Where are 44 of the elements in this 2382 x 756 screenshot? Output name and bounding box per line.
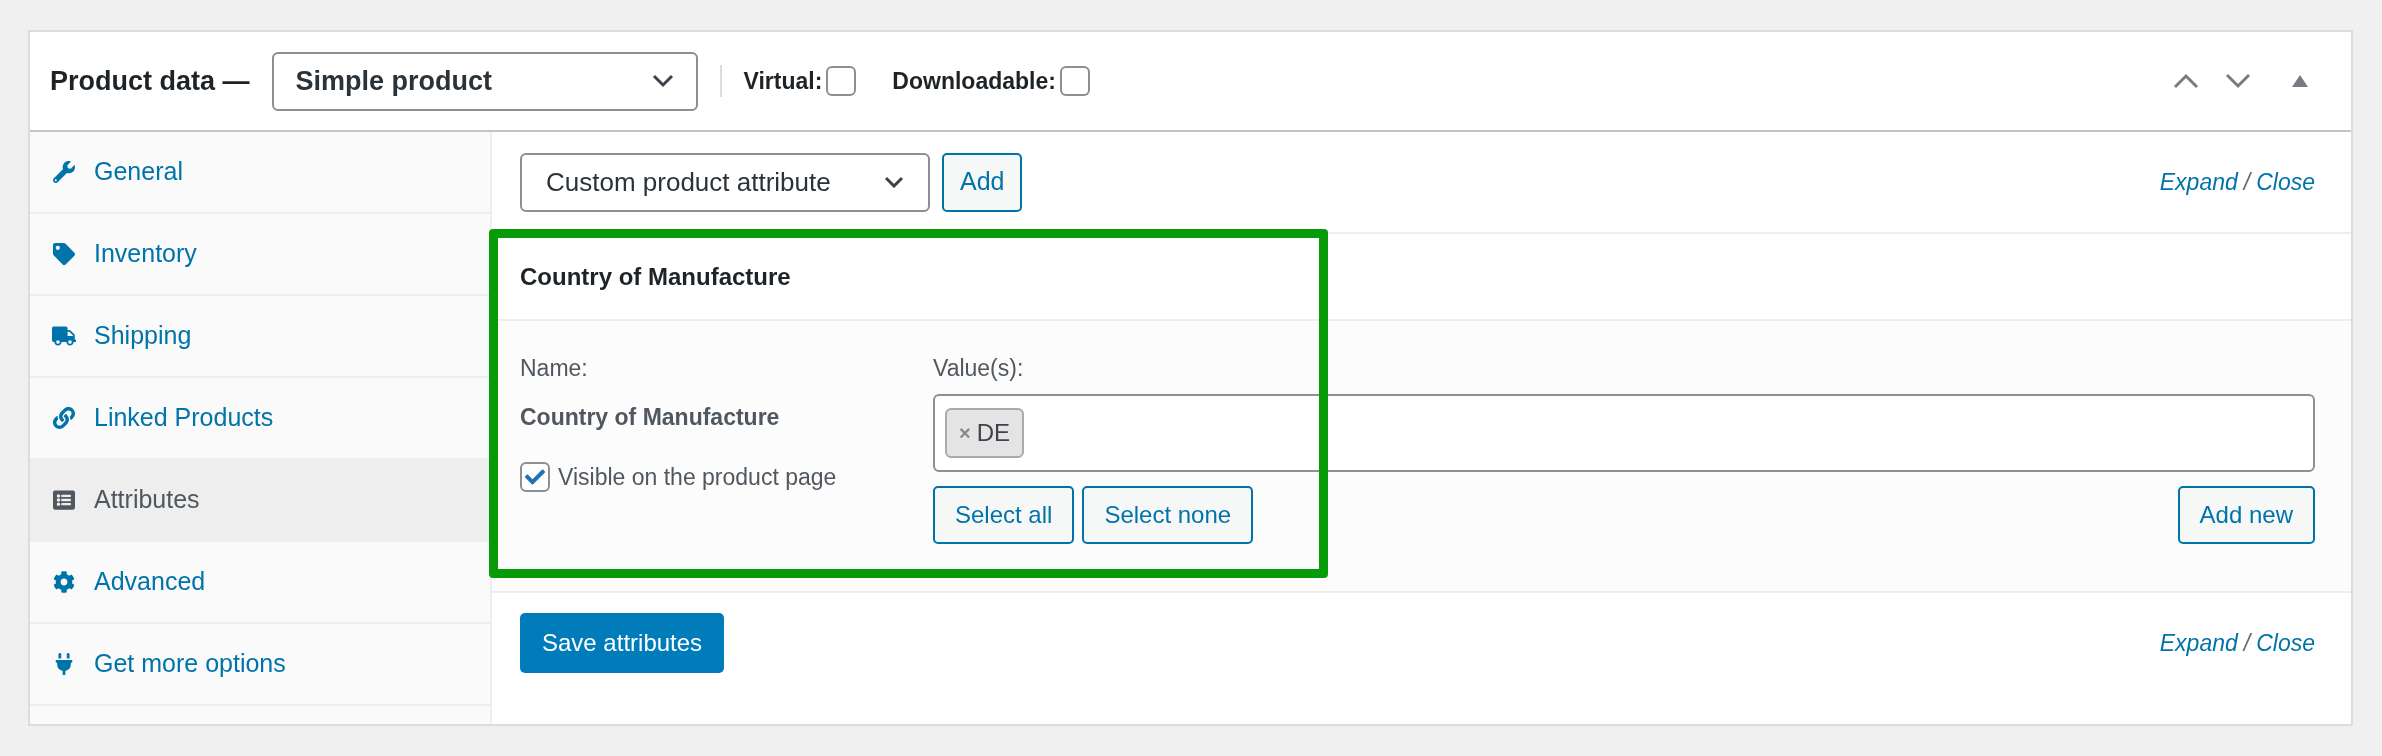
values-label: Value(s): bbox=[933, 354, 1025, 383]
list-icon bbox=[52, 489, 76, 511]
remove-value-button[interactable]: × bbox=[959, 417, 971, 448]
link-icon bbox=[52, 407, 76, 429]
select-button[interactable]: Select all bbox=[933, 485, 1075, 544]
truck-icon bbox=[52, 325, 76, 347]
add-button[interactable]: Add bbox=[942, 152, 1023, 212]
option-label: Downloadable: bbox=[892, 66, 1056, 96]
expand-link[interactable]: Expand bbox=[2159, 164, 2238, 200]
sidebar-tab[interactable]: Shipping bbox=[30, 296, 490, 378]
sidebar-tab[interactable]: General bbox=[30, 132, 490, 214]
values-field[interactable]: × DE bbox=[933, 393, 2315, 472]
visible-label: Visible on the product page bbox=[558, 463, 837, 492]
option-checkbox[interactable] bbox=[826, 66, 857, 96]
close-link[interactable]: Close bbox=[2256, 625, 2315, 661]
chevron-down-icon bbox=[884, 176, 904, 188]
tag-icon bbox=[52, 243, 76, 265]
sidebar-tab[interactable]: Advanced bbox=[30, 542, 490, 624]
product-type-select[interactable]: Simple product bbox=[271, 51, 698, 111]
triangle-up-icon bbox=[2291, 74, 2309, 88]
sidebar-tab[interactable]: Attributes bbox=[30, 460, 490, 542]
save-attributes-button[interactable]: Save attributes bbox=[520, 613, 725, 673]
add-new-button[interactable]: Add new bbox=[2177, 485, 2315, 544]
panel-title: Product data — bbox=[50, 64, 250, 98]
attribute-select[interactable]: Custom product attribute bbox=[520, 152, 930, 212]
link-separator: / bbox=[2243, 628, 2251, 658]
chevron-down-icon bbox=[651, 74, 674, 88]
visible-checkbox[interactable] bbox=[520, 462, 550, 493]
link-separator: / bbox=[2243, 167, 2251, 197]
attribute-name: Country of Manufacture bbox=[520, 402, 781, 432]
option-label: Virtual: bbox=[743, 66, 823, 96]
select-button[interactable]: Select none bbox=[1082, 485, 1254, 544]
expand-link[interactable]: Expand bbox=[2159, 625, 2238, 661]
chevron-down-icon bbox=[2225, 73, 2251, 89]
gear-icon bbox=[52, 571, 76, 593]
chevron-up-icon bbox=[2173, 73, 2199, 89]
sidebar-tab[interactable]: Get more options bbox=[30, 624, 490, 706]
sidebar-tab[interactable]: Inventory bbox=[30, 214, 490, 296]
attribute-title: Country of Manufacture bbox=[520, 261, 791, 292]
value-label: DE bbox=[976, 417, 1011, 448]
name-label: Name: bbox=[520, 354, 589, 383]
wrench-icon bbox=[52, 161, 76, 183]
option-checkbox[interactable] bbox=[1059, 66, 1090, 96]
close-link[interactable]: Close bbox=[2256, 164, 2315, 200]
